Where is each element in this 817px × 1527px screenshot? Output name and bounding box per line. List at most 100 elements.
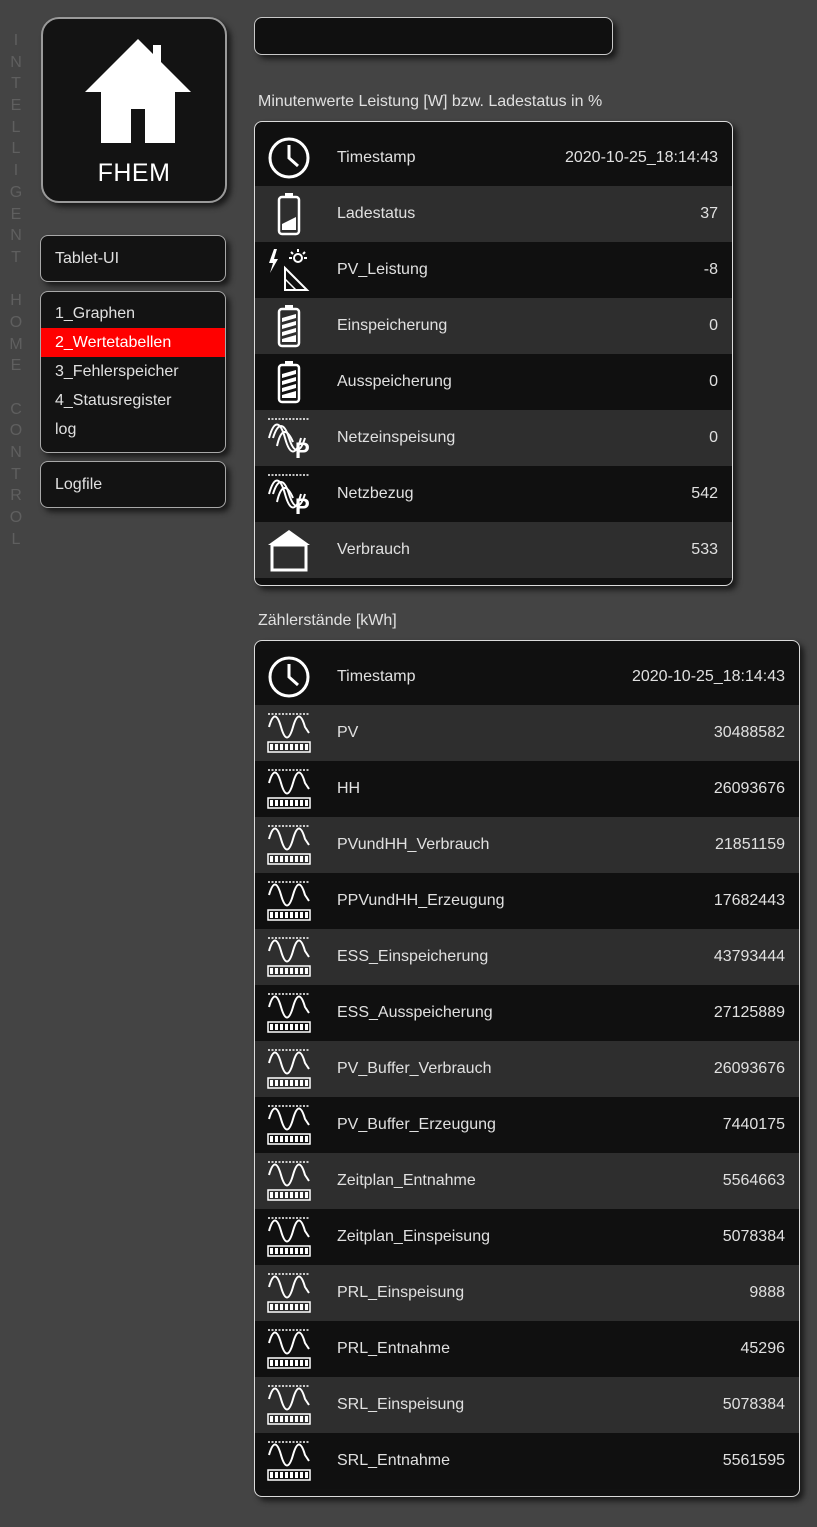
menu-rooms-box: 1_Graphen 2_Wertetabellen 3_Fehlerspeicher… xyxy=(40,291,226,453)
row-value: 5078384 xyxy=(722,1396,785,1413)
house-logo-icon xyxy=(85,39,191,143)
menu-item-2-wertetabellen[interactable]: 2_Wertetabellen xyxy=(41,328,225,357)
table-row: Verbrauch 533 xyxy=(255,522,732,578)
row-value: 542 xyxy=(691,485,718,502)
clock-icon xyxy=(255,649,321,705)
row-value: 9888 xyxy=(749,1284,785,1301)
row-label: SRL_Einspeisung xyxy=(337,1396,465,1413)
table-row: P Netzeinspeisung 0 xyxy=(255,410,732,466)
svg-text:P: P xyxy=(295,438,310,460)
row-label: Timestamp xyxy=(337,149,416,166)
row-label: PPVundHH_Erzeugung xyxy=(337,892,505,909)
row-label: SRL_Entnahme xyxy=(337,1452,450,1469)
battery-full-icon xyxy=(255,354,321,410)
menu-item-tablet-ui[interactable]: Tablet-UI xyxy=(41,236,225,281)
house-icon xyxy=(255,522,321,578)
row-value: 2020-10-25_18:14:43 xyxy=(564,149,718,166)
solar-panel-icon xyxy=(255,242,321,298)
table-row: Timestamp 2020-10-25_18:14:43 xyxy=(255,649,799,705)
section2-title: Zählerstände [kWh] xyxy=(258,612,397,629)
row-value: 2020-10-25_18:14:43 xyxy=(631,668,785,685)
energy-meter-icon xyxy=(255,929,321,985)
menu-item-3-fehlerspeicher[interactable]: 3_Fehlerspeicher xyxy=(41,357,225,386)
table-row: Timestamp 2020-10-25_18:14:43 xyxy=(255,130,732,186)
section1-title: Minutenwerte Leistung [W] bzw. Ladestatu… xyxy=(258,93,603,110)
row-value: 45296 xyxy=(740,1340,786,1357)
energy-meter-icon xyxy=(255,817,321,873)
fhem-logo[interactable]: FHEM xyxy=(41,17,227,203)
battery-full-icon xyxy=(255,298,321,354)
energy-meter-icon xyxy=(255,1209,321,1265)
table-row: SRL_Entnahme 5561595 xyxy=(255,1433,799,1489)
row-value: 5078384 xyxy=(722,1228,785,1245)
row-label: PV_Buffer_Verbrauch xyxy=(337,1060,492,1077)
menu-item-4-statusregister[interactable]: 4_Statusregister xyxy=(41,386,225,415)
row-value: 27125889 xyxy=(713,1004,785,1021)
energy-meter-icon xyxy=(255,1097,321,1153)
counter-values-table: Timestamp 2020-10-25_18:14:43 PV 30488582 HH… xyxy=(254,640,800,1497)
row-label: PV xyxy=(337,724,359,741)
row-label: Zeitplan_Entnahme xyxy=(337,1172,476,1189)
logo-text: FHEM xyxy=(97,159,171,187)
row-label: Verbrauch xyxy=(337,541,410,558)
table-row: Ladestatus 37 xyxy=(255,186,732,242)
row-label: HH xyxy=(337,780,361,797)
battery-low-icon xyxy=(255,186,321,242)
row-value: -8 xyxy=(703,261,718,278)
table-row: PV_Buffer_Erzeugung 7440175 xyxy=(255,1097,799,1153)
row-label: Netzbezug xyxy=(337,485,414,502)
table-row: Zeitplan_Entnahme 5564663 xyxy=(255,1153,799,1209)
row-value: 5564663 xyxy=(722,1172,785,1189)
row-value: 43793444 xyxy=(713,948,785,965)
grid-power-icon: P xyxy=(255,410,321,466)
menu-logfile-box: Logfile xyxy=(40,461,226,508)
table-row: ESS_Ausspeicherung 27125889 xyxy=(255,985,799,1041)
row-label: Ausspeicherung xyxy=(337,373,452,390)
row-value: 17682443 xyxy=(713,892,785,909)
row-label: PRL_Entnahme xyxy=(337,1340,450,1357)
row-label: PV_Buffer_Erzeugung xyxy=(337,1116,496,1133)
table-row: SRL_Einspeisung 5078384 xyxy=(255,1377,799,1433)
table-row: Einspeicherung 0 xyxy=(255,298,732,354)
power-values-table: Timestamp 2020-10-25_18:14:43 Ladestatus 37… xyxy=(254,121,733,586)
search-input[interactable] xyxy=(254,17,613,55)
table-row: PV_Leistung -8 xyxy=(255,242,732,298)
row-value: 0 xyxy=(709,317,718,334)
row-label: Ladestatus xyxy=(337,205,416,222)
row-value: 26093676 xyxy=(713,780,785,797)
row-value: 0 xyxy=(709,373,718,390)
clock-icon xyxy=(255,130,321,186)
energy-meter-icon xyxy=(255,1321,321,1377)
row-value: 26093676 xyxy=(713,1060,785,1077)
row-label: Einspeicherung xyxy=(337,317,448,334)
row-value: 30488582 xyxy=(713,724,785,741)
energy-meter-icon xyxy=(255,1153,321,1209)
row-label: PRL_Einspeisung xyxy=(337,1284,465,1301)
row-value: 0 xyxy=(709,429,718,446)
table-row: PV 30488582 xyxy=(255,705,799,761)
energy-meter-icon xyxy=(255,985,321,1041)
energy-meter-icon xyxy=(255,1041,321,1097)
menu-item-log[interactable]: log xyxy=(41,415,225,444)
energy-meter-icon xyxy=(255,1433,321,1489)
row-label: ESS_Ausspeicherung xyxy=(337,1004,493,1021)
row-label: Netzeinspeisung xyxy=(337,429,456,446)
table-row: Zeitplan_Einspeisung 5078384 xyxy=(255,1209,799,1265)
row-label: Timestamp xyxy=(337,668,416,685)
row-label: Zeitplan_Einspeisung xyxy=(337,1228,490,1245)
row-value: 533 xyxy=(691,541,718,558)
side-vertical-text: INTELLIGENT HOME CONTROL xyxy=(9,32,23,548)
energy-meter-icon xyxy=(255,761,321,817)
row-value: 37 xyxy=(700,205,718,222)
row-label: PVundHH_Verbrauch xyxy=(337,836,490,853)
row-value: 21851159 xyxy=(715,836,785,853)
grid-power-icon: P xyxy=(255,466,321,522)
row-value: 7440175 xyxy=(722,1116,785,1133)
table-row: P Netzbezug 542 xyxy=(255,466,732,522)
table-row: ESS_Einspeicherung 43793444 xyxy=(255,929,799,985)
table-row: PPVundHH_Erzeugung 17682443 xyxy=(255,873,799,929)
menu-item-1-graphen[interactable]: 1_Graphen xyxy=(41,299,225,328)
table-row: PRL_Entnahme 45296 xyxy=(255,1321,799,1377)
menu-item-logfile[interactable]: Logfile xyxy=(41,462,225,507)
table-row: PRL_Einspeisung 9888 xyxy=(255,1265,799,1321)
